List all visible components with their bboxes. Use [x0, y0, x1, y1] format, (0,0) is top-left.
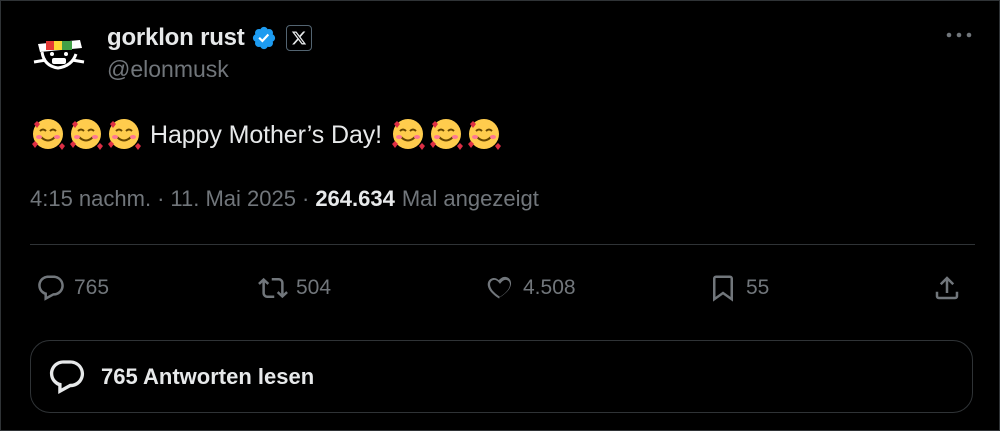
repost-count: 504 [296, 276, 332, 299]
bookmark-icon [713, 275, 733, 302]
divider [30, 244, 975, 245]
read-replies-button[interactable]: 765 Antworten lesen [30, 340, 973, 413]
share-button[interactable] [932, 268, 970, 308]
x-logo-icon[interactable] [285, 25, 312, 51]
read-replies-label: 765 Antworten lesen [101, 363, 315, 389]
cartoon-face-avatar-icon [30, 22, 88, 80]
author-display-name[interactable]: gorklon rust [107, 24, 245, 52]
action-bar: 765 504 4.508 55 [0, 268, 1000, 308]
smiling-face-with-hearts-icon [68, 116, 106, 154]
tweet-body-text: Happy Mother’s Day! [150, 120, 382, 149]
smiling-face-with-hearts-icon [390, 116, 428, 154]
meta-separator: · [157, 186, 165, 211]
reply-button[interactable]: 765 [36, 268, 109, 308]
tweet-date[interactable]: 11. Mai 2025 [170, 186, 296, 212]
author-name-row: gorklon rust [107, 22, 312, 54]
views-count[interactable]: 264.634 [315, 186, 395, 212]
heart-icon [487, 276, 512, 300]
meta-separator: · [301, 186, 310, 211]
bookmark-count: 55 [746, 276, 770, 299]
share-icon [935, 276, 959, 300]
like-count: 4.508 [523, 276, 576, 299]
reply-count: 765 [74, 276, 110, 299]
tweet-meta: 4:15 nachm. · 11. Mai 2025 · 264.634 Mal… [30, 186, 539, 212]
more-options-icon[interactable] [944, 28, 974, 42]
bookmark-button[interactable]: 55 [708, 268, 769, 308]
author-handle[interactable]: @elonmusk [107, 56, 229, 83]
verified-badge-icon[interactable] [251, 25, 277, 51]
avatar[interactable] [30, 22, 88, 80]
reply-icon [49, 359, 85, 394]
like-button[interactable]: 4.508 [485, 268, 576, 308]
repost-icon [258, 277, 288, 299]
smiling-face-with-hearts-icon [30, 116, 68, 154]
tweet-text: Happy Mother’s Day! [30, 116, 504, 154]
smiling-face-with-hearts-icon [106, 116, 144, 154]
views-label[interactable]: Mal angezeigt [402, 186, 539, 212]
repost-button[interactable]: 504 [258, 268, 331, 308]
smiling-face-with-hearts-icon [428, 116, 466, 154]
reply-icon [38, 275, 64, 301]
smiling-face-with-hearts-icon [466, 116, 504, 154]
tweet-time[interactable]: 4:15 nachm. [30, 186, 151, 212]
